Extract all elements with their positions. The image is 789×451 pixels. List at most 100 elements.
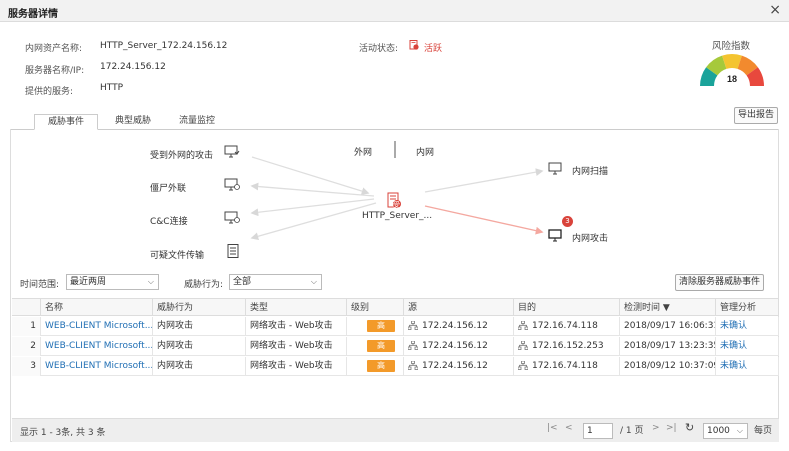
tab-traffic-monitor[interactable]: 流量监控 bbox=[168, 114, 226, 130]
time-range-label: 时间范围: bbox=[20, 280, 60, 290]
record-summary: 显示 1 - 3条, 共 3 条 bbox=[20, 428, 106, 438]
server-label: 服务器名称/IP: bbox=[25, 66, 85, 76]
internal-attack-monitor-icon[interactable] bbox=[548, 229, 564, 243]
center-icon-text: 受 bbox=[393, 201, 400, 209]
cell-type: 网络攻击 - Web攻击 bbox=[246, 357, 347, 376]
cell-level: 高 bbox=[347, 337, 404, 356]
table-row[interactable]: 2 WEB-CLIENT Microsoft... 内网攻击 网络攻击 - Web攻击… bbox=[12, 337, 779, 356]
page-size-value: 1000 bbox=[707, 426, 730, 436]
file-icon[interactable] bbox=[226, 244, 242, 258]
status-value: 活跃 bbox=[424, 44, 443, 54]
chevron-down-icon: ⌵ bbox=[310, 277, 317, 286]
table-footer: 显示 1 - 3条, 共 3 条 |< < 1 / 1 页 > >| ↻ 100… bbox=[12, 418, 779, 442]
cell-idx: 1 bbox=[12, 317, 41, 336]
total-pages: / 1 页 bbox=[620, 426, 644, 436]
table-row[interactable]: 3 WEB-CLIENT Microsoft... 内网攻击 网络攻击 - Web攻击… bbox=[12, 357, 779, 376]
behavior-value: 全部 bbox=[233, 277, 252, 287]
ip-address: 172.24.156.12 bbox=[422, 341, 488, 351]
export-report-button[interactable]: 导出报告 bbox=[734, 107, 778, 124]
cell-dst: 172.16.74.118 bbox=[514, 357, 620, 376]
cell-src: 172.24.156.12 bbox=[404, 357, 514, 376]
cell-name[interactable]: WEB-CLIENT Microsoft... bbox=[41, 337, 153, 356]
risk-gauge: 18 bbox=[700, 54, 764, 86]
behavior-select[interactable]: 全部 ⌵ bbox=[229, 274, 322, 290]
node-label-zombie: 僵尸外联 bbox=[150, 184, 187, 194]
page-size-select[interactable]: 1000 ⌵ bbox=[703, 423, 748, 439]
zone-internal: 内网 bbox=[416, 148, 435, 158]
node-label-internal-attack: 内网攻击 bbox=[572, 234, 609, 244]
network-icon bbox=[408, 341, 418, 350]
severity-badge: 高 bbox=[367, 340, 395, 352]
col-behavior[interactable]: 威胁行为 bbox=[153, 298, 246, 316]
severity-badge: 高 bbox=[367, 320, 395, 332]
service-label: 提供的服务: bbox=[25, 87, 74, 97]
attacked-monitor-icon[interactable] bbox=[224, 145, 240, 159]
next-page-icon[interactable]: > bbox=[652, 423, 660, 433]
cell-behavior: 内网攻击 bbox=[153, 357, 246, 376]
time-range-value: 最近两周 bbox=[70, 277, 107, 287]
tab-typical-threats[interactable]: 典型威胁 bbox=[104, 114, 162, 130]
behavior-label: 威胁行为: bbox=[184, 280, 224, 290]
zone-external: 外网 bbox=[354, 148, 373, 158]
server-value: 172.24.156.12 bbox=[100, 62, 166, 72]
cell-analysis[interactable]: 未确认 bbox=[716, 317, 779, 336]
scan-monitor-icon[interactable] bbox=[548, 162, 564, 176]
col-destination[interactable]: 目的 bbox=[514, 298, 620, 316]
ip-address: 172.16.74.118 bbox=[532, 361, 598, 371]
node-label-scan: 内网扫描 bbox=[572, 167, 609, 177]
page-number-input[interactable]: 1 bbox=[583, 423, 613, 439]
col-level[interactable]: 级别 bbox=[347, 298, 404, 316]
col-source[interactable]: 源 bbox=[404, 298, 514, 316]
cell-behavior: 内网攻击 bbox=[153, 337, 246, 356]
chevron-down-icon: ⌵ bbox=[147, 277, 154, 286]
network-icon bbox=[408, 321, 418, 330]
first-page-icon[interactable]: |< bbox=[547, 423, 558, 433]
last-page-icon[interactable]: >| bbox=[666, 423, 677, 433]
cell-type: 网络攻击 - Web攻击 bbox=[246, 337, 347, 356]
cell-src: 172.24.156.12 bbox=[404, 337, 514, 356]
refresh-icon[interactable]: ↻ bbox=[685, 421, 694, 434]
cell-analysis[interactable]: 未确认 bbox=[716, 337, 779, 356]
cell-level: 高 bbox=[347, 357, 404, 376]
col-type[interactable]: 类型 bbox=[246, 298, 347, 316]
severity-badge: 高 bbox=[367, 360, 395, 372]
cell-idx: 2 bbox=[12, 337, 41, 356]
close-icon[interactable]: × bbox=[769, 2, 781, 18]
per-page-label: 每页 bbox=[754, 426, 773, 436]
col-analysis[interactable]: 管理分析 bbox=[716, 298, 779, 316]
cnc-monitor-icon[interactable] bbox=[224, 211, 240, 225]
cell-name[interactable]: WEB-CLIENT Microsoft... bbox=[41, 357, 153, 376]
ip-address: 172.24.156.12 bbox=[422, 321, 488, 331]
zombie-monitor-icon[interactable] bbox=[224, 178, 240, 192]
prev-page-icon[interactable]: < bbox=[565, 423, 573, 433]
cell-src: 172.24.156.12 bbox=[404, 317, 514, 336]
network-icon bbox=[518, 341, 528, 350]
col-name[interactable]: 名称 bbox=[41, 298, 153, 316]
table-row[interactable]: 1 WEB-CLIENT Microsoft... 内网攻击 网络攻击 - Web攻击… bbox=[12, 317, 779, 336]
col-detect-time[interactable]: 检测时间 ▼ bbox=[620, 298, 716, 316]
time-range-select[interactable]: 最近两周 ⌵ bbox=[66, 274, 159, 290]
cell-dst: 172.16.152.253 bbox=[514, 337, 620, 356]
cell-time: 2018/09/17 16:06:31 bbox=[620, 317, 716, 336]
cell-time: 2018/09/17 13:23:35 bbox=[620, 337, 716, 356]
node-label-file-transfer: 可疑文件传输 bbox=[150, 251, 205, 261]
node-label-external-attack: 受到外网的攻击 bbox=[150, 151, 214, 161]
node-label-cnc: C&C连接 bbox=[150, 217, 188, 227]
service-value: HTTP bbox=[100, 83, 124, 93]
chevron-down-icon: ⌵ bbox=[736, 426, 743, 435]
ip-address: 172.24.156.12 bbox=[422, 361, 488, 371]
status-label: 活动状态: bbox=[359, 44, 399, 54]
cell-name[interactable]: WEB-CLIENT Microsoft... bbox=[41, 317, 153, 336]
attack-count-badge: 3 bbox=[562, 216, 573, 227]
network-icon bbox=[408, 361, 418, 370]
cell-analysis[interactable]: 未确认 bbox=[716, 357, 779, 376]
asset-name-value: HTTP_Server_172.24.156.12 bbox=[100, 41, 228, 51]
tab-threat-events[interactable]: 威胁事件 bbox=[34, 114, 98, 130]
center-node-label[interactable]: HTTP_Server_... bbox=[362, 211, 432, 221]
clear-threat-events-button[interactable]: 清除服务器威胁事件 bbox=[675, 274, 764, 291]
cell-dst: 172.16.74.118 bbox=[514, 317, 620, 336]
risk-label: 风险指数 bbox=[712, 41, 751, 52]
server-alert-icon bbox=[409, 40, 419, 50]
cell-type: 网络攻击 - Web攻击 bbox=[246, 317, 347, 336]
ip-address: 172.16.74.118 bbox=[532, 321, 598, 331]
